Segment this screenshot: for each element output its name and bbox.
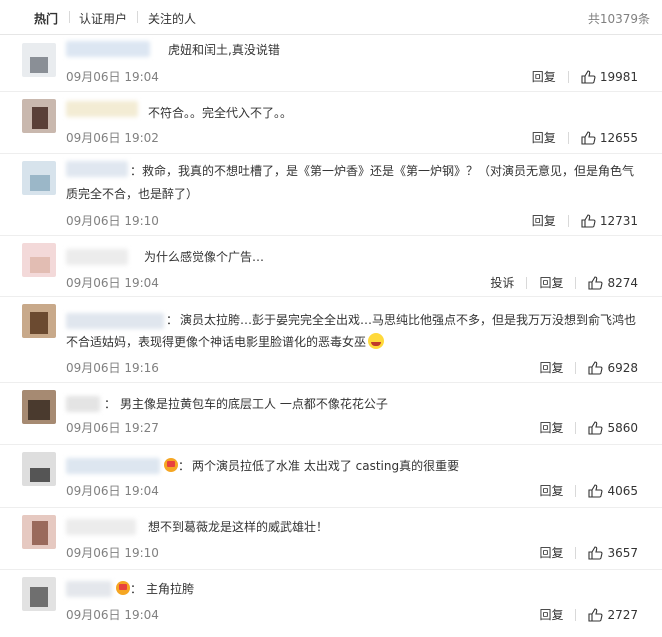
like-count: 12655 [599, 130, 638, 145]
thumbs-up-icon [588, 607, 603, 622]
comment-item: ： 男主像是拉黄包车的底层工人 一点都不像花花公子 09月06日 19:27 回… [0, 382, 662, 445]
like-button[interactable]: 8274 [588, 276, 638, 290]
total-comment-count: 共10379条 [587, 12, 650, 26]
reply-button[interactable]: 回复 [532, 68, 556, 85]
comment-time: 09月06日 19:16 [66, 361, 159, 375]
comment-text: 为什么感觉像个广告… [144, 250, 265, 264]
username[interactable] [66, 161, 128, 177]
like-count: 2727 [607, 607, 638, 622]
reply-button[interactable]: 回复 [539, 544, 563, 561]
username[interactable] [66, 396, 100, 412]
comment-text: 虎妞和闰土,真没说错 [168, 43, 280, 57]
avatar[interactable] [22, 390, 56, 424]
laughing-emoji-icon [368, 333, 385, 349]
comment-item: 想不到葛薇龙是这样的威武雄壮！ 09月06日 19:10 回复 3657 [0, 507, 662, 570]
avatar[interactable] [22, 304, 56, 338]
reply-button[interactable]: 回复 [539, 359, 563, 376]
avatar[interactable] [22, 515, 56, 549]
comment-separator: ： [164, 456, 190, 477]
comment-separator: ： [166, 313, 179, 327]
comment-text: 主角拉胯 [146, 582, 195, 596]
comment-item: ： 两个演员拉低了水准 太出戏了 casting真的很重要 09月06日 19:… [0, 444, 662, 508]
thumbs-up-icon [581, 130, 596, 145]
comment-text-continued: 质完全不合，也是醉了） [66, 187, 199, 201]
comment-time: 09月06日 19:10 [66, 214, 159, 228]
comment-item: ： 救命，我真的不想吐槽了，是《第一炉香》还是《第一炉钢》？（对演员无意见，但是… [0, 153, 662, 236]
thumbs-up-icon [588, 360, 603, 375]
comment-separator: ： [116, 579, 142, 600]
like-count: 4065 [607, 483, 638, 498]
like-button[interactable]: 3657 [588, 546, 638, 560]
avatar[interactable] [22, 243, 56, 277]
avatar[interactable] [22, 452, 56, 486]
tab-verified-users[interactable]: 认证用户 [79, 10, 127, 27]
comment-text-continued: 不合适姑妈，表现得更像个神话电影里脸谱化的恶毒女巫 [66, 332, 385, 353]
like-count: 3657 [607, 545, 638, 560]
comment-item: 为什么感觉像个广告… 09月06日 19:04 投诉 回复 8274 [0, 235, 662, 297]
username[interactable] [66, 101, 138, 117]
like-button[interactable]: 12731 [581, 214, 638, 228]
thumbs-up-icon [588, 275, 603, 290]
comment-item: ： 主角拉胯 09月06日 19:04 回复 2727 [0, 569, 662, 635]
username[interactable] [66, 458, 160, 474]
like-button[interactable]: 12655 [581, 131, 638, 145]
vip-crown-icon [164, 458, 178, 472]
comment-text: 两个演员拉低了水准 太出戏了 casting真的很重要 [192, 459, 460, 473]
tab-following[interactable]: 关注的人 [148, 10, 196, 27]
reply-button[interactable]: 回复 [532, 212, 556, 229]
like-button[interactable]: 19981 [581, 70, 638, 84]
avatar[interactable] [22, 43, 56, 77]
vip-crown-icon [116, 581, 130, 595]
like-button[interactable]: 5860 [588, 421, 638, 435]
like-count: 8274 [607, 275, 638, 290]
reply-button[interactable]: 回复 [539, 419, 563, 436]
comment-item: ： 演员太拉胯…彭于晏完完全全出戏…马思纯比他强点不多，但是我万万没想到俞飞鸿也… [0, 296, 662, 383]
comment-item: 不符合。。完全代入不了。。 09月06日 19:02 回复 12655 [0, 91, 662, 154]
like-button[interactable]: 2727 [588, 608, 638, 622]
username[interactable] [66, 41, 150, 57]
username[interactable] [66, 313, 164, 329]
like-button[interactable]: 4065 [588, 484, 638, 498]
tab-hot[interactable]: 热门 [34, 10, 58, 27]
avatar[interactable] [22, 99, 56, 133]
reply-button[interactable]: 回复 [532, 129, 556, 146]
like-count: 5860 [607, 420, 638, 435]
thumbs-up-icon [581, 69, 596, 84]
like-count: 19981 [599, 69, 638, 84]
like-button[interactable]: 6928 [588, 361, 638, 375]
comment-separator: ： [104, 397, 117, 411]
reply-button[interactable]: 回复 [539, 606, 563, 623]
comment-tabs: 热门 认证用户 关注的人 共10379条 [0, 0, 662, 35]
comment-time: 09月06日 19:10 [66, 546, 159, 560]
reply-button[interactable]: 回复 [539, 482, 563, 499]
like-count: 6928 [607, 360, 638, 375]
comment-text: 男主像是拉黄包车的底层工人 一点都不像花花公子 [120, 397, 388, 411]
comment-time: 09月06日 19:04 [66, 276, 159, 290]
comment-time: 09月06日 19:02 [66, 131, 159, 145]
avatar[interactable] [22, 577, 56, 611]
username[interactable] [66, 249, 128, 265]
comment-time: 09月06日 19:04 [66, 484, 159, 498]
tab-divider [137, 11, 138, 23]
username[interactable] [66, 519, 136, 535]
comment-time: 09月06日 19:27 [66, 421, 159, 435]
comment-time: 09月06日 19:04 [66, 70, 159, 84]
thumbs-up-icon [588, 545, 603, 560]
thumbs-up-icon [588, 420, 603, 435]
comment-text: 演员太拉胯…彭于晏完完全全出戏…马思纯比他强点不多，但是我万万没想到俞飞鸿也 [180, 313, 637, 327]
comment-separator: ： [130, 164, 143, 178]
comment-item: 虎妞和闰土,真没说错 09月06日 19:04 回复 19981 [0, 35, 662, 92]
tab-divider [69, 11, 70, 23]
report-button[interactable]: 投诉 [490, 274, 514, 291]
comment-time: 09月06日 19:04 [66, 608, 159, 622]
thumbs-up-icon [581, 213, 596, 228]
comment-text: 救命，我真的不想吐槽了，是《第一炉香》还是《第一炉钢》？（对演员无意见，但是角色… [142, 164, 635, 178]
comment-text: 想不到葛薇龙是这样的威武雄壮！ [148, 520, 329, 534]
username[interactable] [66, 581, 112, 597]
like-count: 12731 [599, 213, 638, 228]
comment-text: 不符合。。完全代入不了。。 [148, 106, 293, 120]
thumbs-up-icon [588, 483, 603, 498]
reply-button[interactable]: 回复 [539, 274, 563, 291]
avatar[interactable] [22, 161, 56, 195]
